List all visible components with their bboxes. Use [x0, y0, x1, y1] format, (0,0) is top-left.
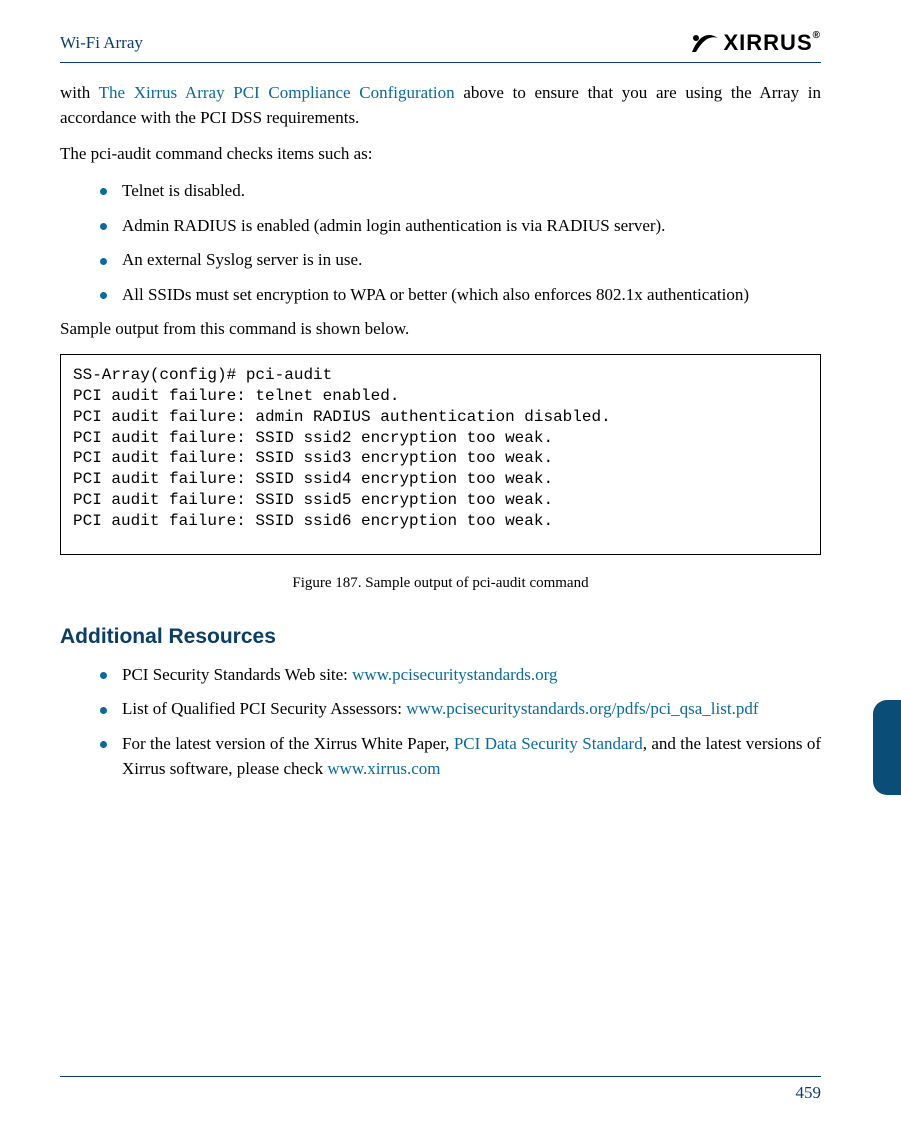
figure-caption: Figure 187. Sample output of pci-audit c… [60, 573, 821, 595]
list-item: All SSIDs must set encryption to WPA or … [100, 283, 821, 308]
checks-list: Telnet is disabled. Admin RADIUS is enab… [60, 179, 821, 308]
code-output-box: SS-Array(config)# pci-audit PCI audit fa… [60, 354, 821, 554]
res2-pre: List of Qualified PCI Security Assessors… [122, 699, 406, 718]
swoosh-icon [690, 32, 720, 54]
resources-list: PCI Security Standards Web site: www.pci… [60, 663, 821, 782]
res3-link1[interactable]: PCI Data Security Standard [454, 734, 643, 753]
intro-link[interactable]: The Xirrus Array PCI Compliance Configur… [99, 83, 455, 102]
list-item: For the latest version of the Xirrus Whi… [100, 732, 821, 781]
checks-intro: The pci-audit command checks items such … [60, 142, 821, 167]
res3-pre: For the latest version of the Xirrus Whi… [122, 734, 454, 753]
res1-pre: PCI Security Standards Web site: [122, 665, 352, 684]
sample-intro: Sample output from this command is shown… [60, 317, 821, 342]
section-heading-additional-resources: Additional Resources [60, 622, 821, 652]
intro-paragraph: with The Xirrus Array PCI Compliance Con… [60, 81, 821, 130]
list-item: Telnet is disabled. [100, 179, 821, 204]
page: Wi-Fi Array XIRRUS® with The Xirrus Arra… [0, 0, 901, 1133]
list-item: List of Qualified PCI Security Assessors… [100, 697, 821, 722]
list-item: PCI Security Standards Web site: www.pci… [100, 663, 821, 688]
logo-text-main: XIRRUS [724, 30, 813, 55]
header-row: Wi-Fi Array XIRRUS® [60, 30, 821, 56]
logo-text: XIRRUS® [724, 30, 822, 56]
page-number: 459 [796, 1083, 822, 1103]
footer-divider [60, 1076, 821, 1077]
side-tab [873, 700, 901, 795]
header-divider [60, 62, 821, 63]
intro-pre: with [60, 83, 99, 102]
list-item: Admin RADIUS is enabled (admin login aut… [100, 214, 821, 239]
list-item: An external Syslog server is in use. [100, 248, 821, 273]
logo-reg-icon: ® [813, 30, 821, 41]
header-title: Wi-Fi Array [60, 33, 143, 53]
res3-link2[interactable]: www.xirrus.com [327, 759, 440, 778]
brand-logo: XIRRUS® [690, 30, 822, 56]
res1-link[interactable]: www.pcisecuritystandards.org [352, 665, 557, 684]
main-content: with The Xirrus Array PCI Compliance Con… [60, 81, 821, 781]
res2-link[interactable]: www.pcisecuritystandards.org/pdfs/pci_qs… [406, 699, 758, 718]
